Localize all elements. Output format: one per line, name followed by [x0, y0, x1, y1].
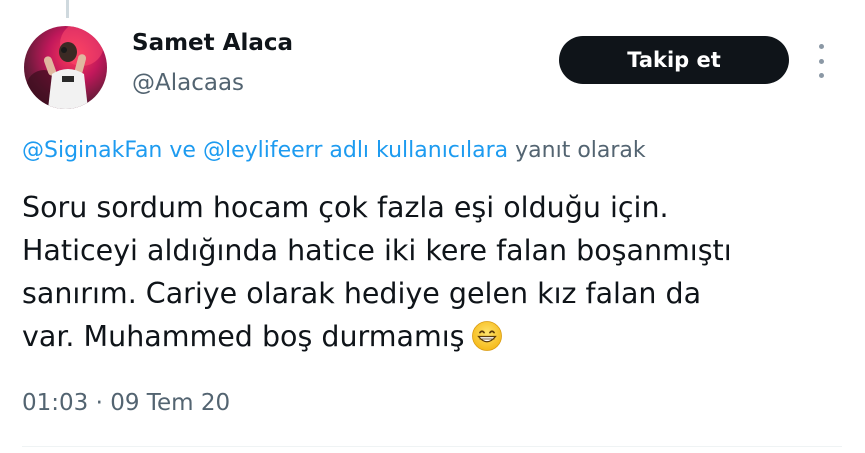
tweet-time: 01:03 — [22, 390, 89, 416]
tweet-line: sanırım. Cariye olarak hediye gelen kız … — [22, 277, 702, 310]
more-options-icon[interactable] — [812, 44, 830, 78]
tweet-last-line: var. Muhammed boş durmamış — [22, 315, 832, 364]
avatar[interactable] — [24, 26, 107, 109]
reply-users-link[interactable]: adlı kullanıcılara — [329, 138, 508, 163]
reply-suffix: yanıt olarak — [515, 138, 646, 163]
avatar-image — [26, 26, 104, 109]
tweet-timestamp[interactable]: 01:03 · 09 Tem 20 — [22, 390, 230, 416]
user-handle[interactable]: @Alacaas — [132, 70, 244, 96]
tweet-date: 09 Tem 20 — [110, 390, 231, 416]
tweet-text: Soru sordum hocam çok fazla eşi olduğu i… — [22, 186, 832, 364]
tweet-line: Soru sordum hocam çok fazla eşi olduğu i… — [22, 191, 669, 224]
reply-connector: ve — [169, 138, 196, 163]
reply-context: @SiginakFan ve @leylifeerr adlı kullanıc… — [22, 138, 646, 163]
thread-connector-line — [66, 0, 69, 18]
user-display-name[interactable]: Samet Alaca — [132, 30, 293, 56]
divider — [22, 446, 842, 447]
follow-button[interactable]: Takip et — [559, 36, 789, 84]
mention-link[interactable]: @SiginakFan — [22, 138, 162, 163]
grinning-face-emoji-icon — [471, 320, 503, 364]
timestamp-separator: · — [95, 390, 103, 416]
mention-link[interactable]: @leylifeerr — [203, 138, 322, 163]
tweet-line: var. Muhammed boş durmamış — [22, 320, 465, 353]
tweet-line: Haticeyi aldığında hatice iki kere falan… — [22, 234, 732, 267]
